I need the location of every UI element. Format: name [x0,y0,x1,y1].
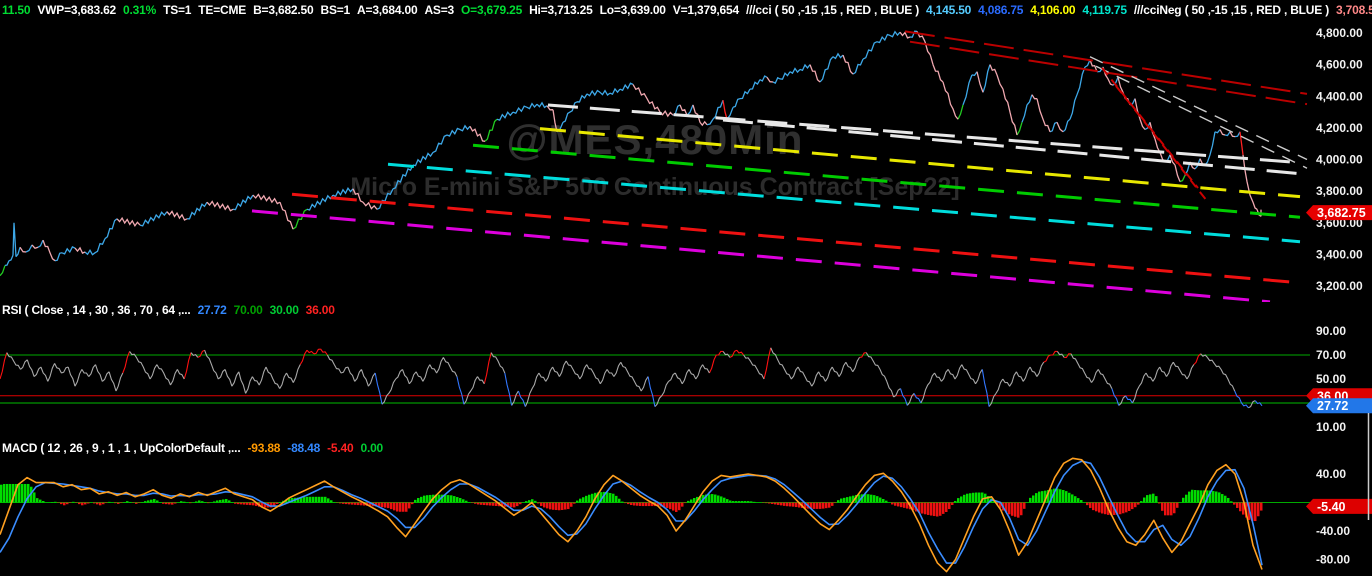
last-price-marker: 3,682.75 [1306,205,1372,221]
trendline-magenta-fan [251,209,1271,302]
axis-tick-label: 90.00 [1316,324,1346,338]
axis-tick-label: 4,800.00 [1316,26,1363,40]
trendline-white-channel-2 [722,118,1301,176]
rsi-pane [0,347,1310,409]
axis-tick-label: 4,600.00 [1316,58,1363,72]
rsi-value-marker: 27.72 [1306,398,1372,414]
axis-tick-label: 4,200.00 [1316,121,1363,135]
svg-text:3,682.75: 3,682.75 [1317,206,1366,220]
axis-tick-label: -40.00 [1316,524,1350,538]
chart-canvas[interactable]: 4,800.00 4,600.00 4,400.00 4,200.00 4,000.00… [0,0,1372,576]
price-pane [0,30,1308,302]
axis-tick-label: 10.00 [1316,420,1346,434]
axis-tick-label: 4,000.00 [1316,153,1363,167]
trendline-thin-white-1 [1089,56,1308,161]
trendline-dark-red-upper-1 [904,30,1308,95]
axis-tick-label: -80.00 [1316,553,1350,567]
axis-tick-label: 3,800.00 [1316,184,1363,198]
axis-tick-label: 4,400.00 [1316,89,1363,103]
trendline-red-fan [291,192,1301,285]
trendline-dark-red-upper-2 [909,40,1308,106]
axis-tick-label: 40.00 [1316,467,1346,481]
axis-tick-label: 50.00 [1316,372,1346,386]
trendline-cyan-fan [387,162,1301,244]
macd-pane [0,457,1310,573]
svg-text:-5.40: -5.40 [1317,500,1346,514]
axis-tick-label: 70.00 [1316,348,1346,362]
axis-tick-label: 3,400.00 [1316,247,1363,261]
macd-value-marker: -5.40 [1306,498,1372,514]
axis-tick-label: 3,200.00 [1316,279,1363,293]
trendline-white-channel-1 [547,103,1301,165]
trendline-thin-white-2 [1095,65,1308,169]
svg-text:27.72: 27.72 [1317,399,1348,413]
